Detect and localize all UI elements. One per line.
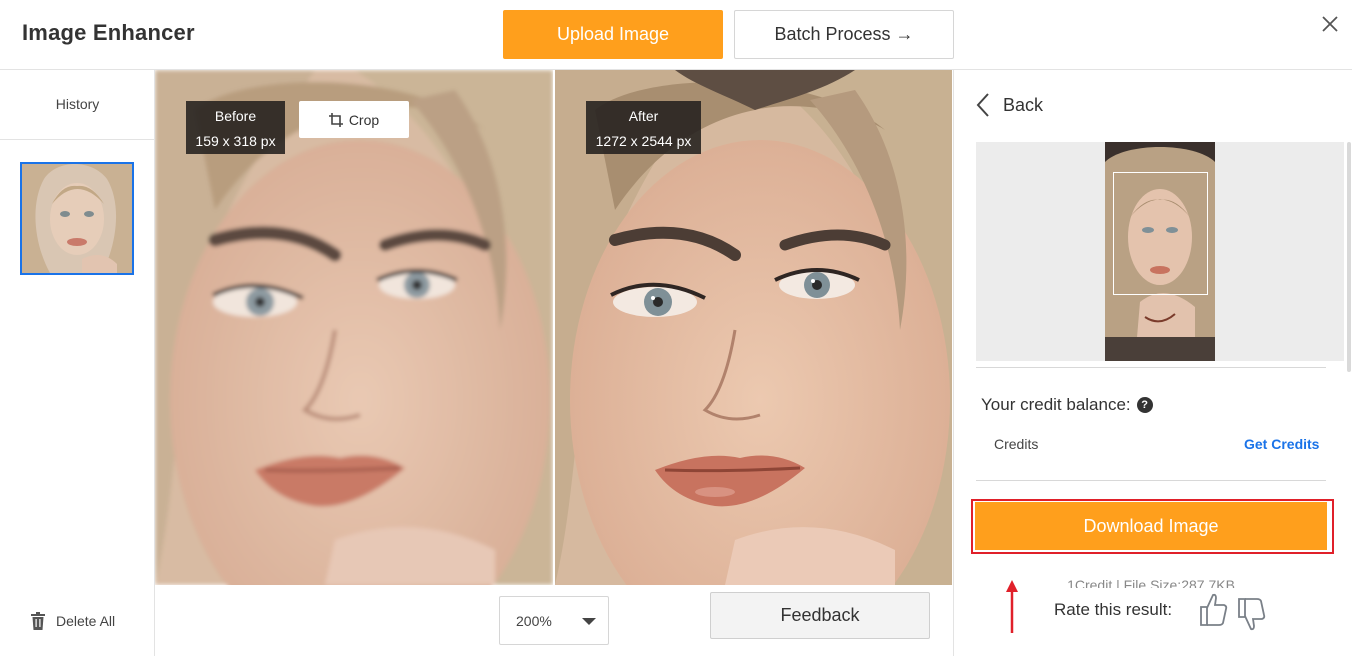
panel-scrollbar[interactable] xyxy=(1346,142,1352,372)
portrait-thumbnail-image xyxy=(22,164,132,273)
panel-divider-bottom xyxy=(976,480,1326,481)
crop-icon xyxy=(328,112,343,127)
after-dimensions: 1272 x 2544 px xyxy=(595,133,692,149)
thumbs-up-icon[interactable] xyxy=(1198,592,1228,628)
file-info-value: 1Credit | File Size:287.7KB xyxy=(1067,577,1235,588)
chevron-left-icon xyxy=(976,93,989,117)
chevron-down-icon xyxy=(582,618,596,625)
delete-all-label: Delete All xyxy=(56,613,116,629)
download-image-button[interactable]: Download Image xyxy=(975,502,1327,550)
back-button[interactable]: Back xyxy=(975,92,1043,118)
before-size-badge: Before 159 x 318 px xyxy=(186,101,285,154)
rate-result-label: Rate this result: xyxy=(1046,594,1186,626)
credit-balance-heading: Your credit balance: ? xyxy=(981,395,1153,415)
history-thumbnail[interactable] xyxy=(20,162,134,275)
crop-label: Crop xyxy=(348,111,380,128)
sidebar-divider xyxy=(0,139,155,140)
credits-label: Credits xyxy=(994,436,1039,452)
panel-divider-top xyxy=(976,367,1326,368)
get-credits-link[interactable]: Get Credits xyxy=(1244,436,1319,452)
batch-process-button[interactable]: Batch Process → xyxy=(734,10,954,59)
page-title: Image Enhancer xyxy=(22,20,195,45)
crop-region-frame[interactable] xyxy=(1113,172,1208,295)
history-label: History xyxy=(55,96,100,112)
image-enhancer-app: Image Enhancer Upload Image Batch Proces… xyxy=(0,0,1352,656)
thumbs-down-icon[interactable] xyxy=(1236,596,1266,632)
result-preview xyxy=(976,142,1344,361)
close-icon[interactable] xyxy=(1318,12,1342,36)
zoom-select[interactable]: 200% xyxy=(499,596,609,645)
zoom-value: 200% xyxy=(516,612,552,629)
after-size-badge: After 1272 x 2544 px xyxy=(586,101,701,154)
delete-all-button[interactable]: Delete All xyxy=(30,612,115,630)
arrow-up-icon xyxy=(1006,580,1018,633)
feedback-button[interactable]: Feedback xyxy=(710,592,930,639)
before-dimensions: 159 x 318 px xyxy=(195,133,276,149)
help-icon[interactable]: ? xyxy=(1136,397,1153,413)
crop-button[interactable]: Crop xyxy=(299,101,409,138)
before-label: Before xyxy=(214,108,257,124)
file-info-text: 1Credit | File Size:287.7KB xyxy=(975,576,1327,588)
credit-balance-label: Your credit balance: xyxy=(981,395,1131,414)
history-sidebar: History Delete All xyxy=(0,70,155,656)
back-label: Back xyxy=(1003,94,1044,115)
result-thumbnail xyxy=(1105,142,1215,361)
after-label: After xyxy=(628,108,659,124)
upload-image-button[interactable]: Upload Image xyxy=(503,10,723,59)
trash-icon xyxy=(31,612,45,630)
